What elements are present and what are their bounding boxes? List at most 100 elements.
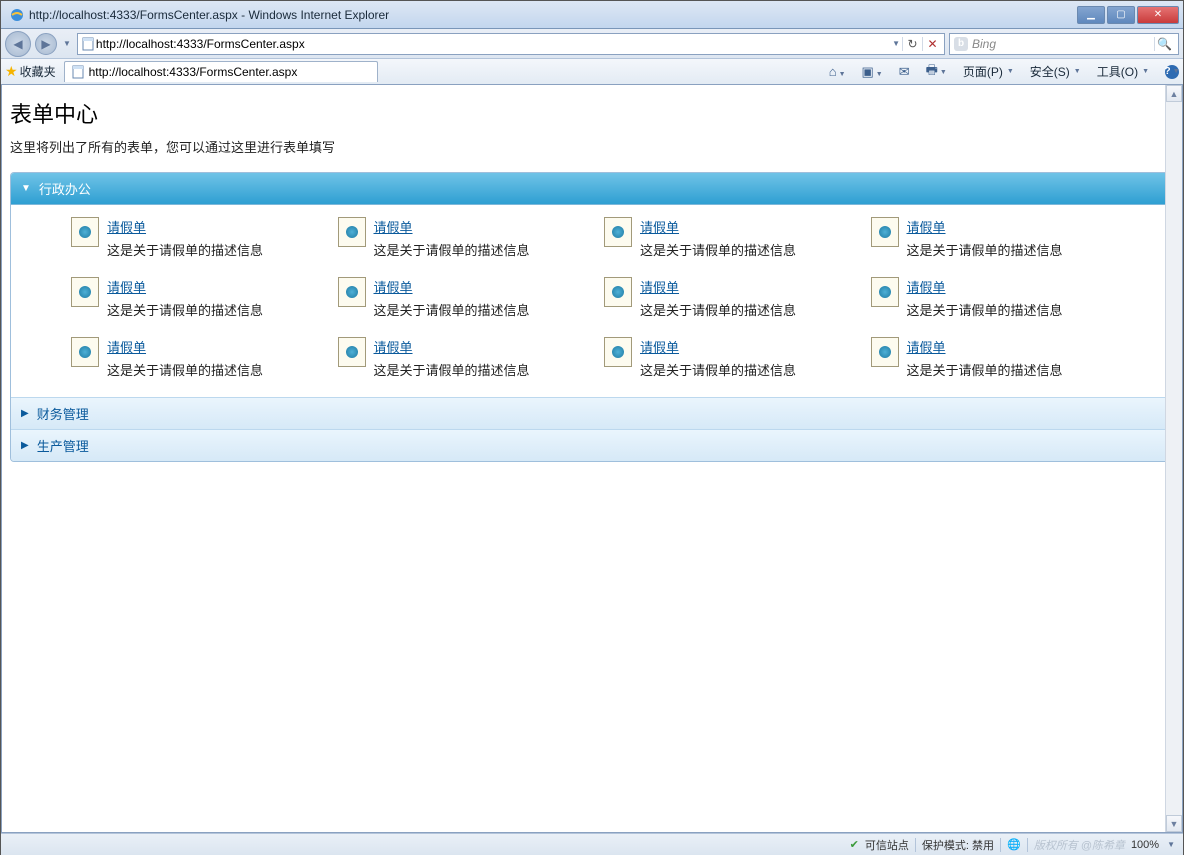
form-document-icon [871, 337, 899, 367]
accordion-title: 财务管理 [37, 404, 89, 423]
search-bar[interactable]: b Bing 🔍 [949, 33, 1179, 55]
caret-down-icon: ▼ [21, 183, 31, 194]
form-desc: 这是关于请假单的描述信息 [374, 300, 530, 319]
navigation-bar: ◀ ▶ ▼ ▼ ↻ ✕ b Bing 🔍 [1, 29, 1183, 59]
form-document-icon [71, 277, 99, 307]
form-link[interactable]: 请假单 [640, 280, 679, 295]
accordion-title: 行政办公 [39, 179, 91, 198]
accordion-header[interactable]: ▼ 行政办公 [11, 173, 1173, 205]
form-document-icon [338, 217, 366, 247]
form-document-icon [871, 217, 899, 247]
form-link[interactable]: 请假单 [640, 340, 679, 355]
mail-button[interactable]: ✉ [899, 64, 910, 80]
form-desc: 这是关于请假单的描述信息 [640, 240, 796, 259]
zoom-dropdown-icon[interactable]: ▼ [1165, 840, 1177, 849]
form-desc: 这是关于请假单的描述信息 [907, 360, 1063, 379]
window-title: http://localhost:4333/FormsCenter.aspx -… [29, 8, 1077, 22]
scroll-down-icon[interactable]: ▼ [1166, 815, 1182, 832]
form-link[interactable]: 请假单 [107, 340, 146, 355]
form-item: 请假单这是关于请假单的描述信息 [871, 277, 1114, 319]
form-link[interactable]: 请假单 [374, 340, 413, 355]
form-link[interactable]: 请假单 [907, 280, 946, 295]
accordion-header[interactable]: ▶ 财务管理 [11, 397, 1173, 429]
form-document-icon [338, 277, 366, 307]
form-document-icon [604, 277, 632, 307]
protected-mode-label: 保护模式: 禁用 [922, 837, 994, 853]
print-button[interactable]: 🖶 [926, 61, 947, 83]
form-document-icon [71, 337, 99, 367]
url-input[interactable] [96, 35, 890, 53]
window-close-button[interactable]: ✕ [1137, 6, 1179, 24]
forward-button[interactable]: ▶ [35, 33, 57, 55]
form-item: 请假单这是关于请假单的描述信息 [871, 217, 1114, 259]
form-desc: 这是关于请假单的描述信息 [640, 360, 796, 379]
window-maximize-button[interactable]: ▢ [1107, 6, 1135, 24]
form-item: 请假单这是关于请假单的描述信息 [338, 337, 581, 379]
browser-tab[interactable]: http://localhost:4333/FormsCenter.aspx [64, 61, 379, 82]
form-item: 请假单这是关于请假单的描述信息 [604, 337, 847, 379]
address-bar[interactable]: ▼ ↻ ✕ [77, 33, 945, 55]
tabs-row: ★ 收藏夹 http://localhost:4333/FormsCenter.… [1, 59, 1183, 85]
form-desc: 这是关于请假单的描述信息 [107, 300, 263, 319]
refresh-button[interactable]: ↻ [902, 37, 922, 51]
form-link[interactable]: 请假单 [907, 340, 946, 355]
safety-menu-button[interactable]: 安全(S) [1030, 63, 1081, 80]
form-desc: 这是关于请假单的描述信息 [107, 360, 263, 379]
form-link[interactable]: 请假单 [107, 220, 146, 235]
command-bar: ⌂ ▣ ✉ 🖶 页面(P) 安全(S) 工具(O) ? [829, 61, 1179, 83]
window-titlebar: http://localhost:4333/FormsCenter.aspx -… [1, 1, 1183, 29]
page-menu-button[interactable]: 页面(P) [963, 63, 1014, 80]
home-button[interactable]: ⌂ [829, 64, 846, 79]
favorites-button[interactable]: 收藏夹 [20, 63, 56, 80]
favorites-star-icon[interactable]: ★ [5, 63, 18, 80]
feeds-button[interactable]: ▣ [862, 64, 883, 80]
form-item: 请假单这是关于请假单的描述信息 [604, 217, 847, 259]
form-desc: 这是关于请假单的描述信息 [374, 360, 530, 379]
form-link[interactable]: 请假单 [374, 280, 413, 295]
form-item: 请假单这是关于请假单的描述信息 [604, 277, 847, 319]
caret-right-icon: ▶ [21, 408, 29, 419]
form-link[interactable]: 请假单 [907, 220, 946, 235]
form-link[interactable]: 请假单 [640, 220, 679, 235]
content-viewport: 表单中心 这里将列出了所有的表单，您可以通过这里进行表单填写 ▼行政办公请假单这… [1, 84, 1183, 833]
help-button[interactable]: ? [1165, 65, 1179, 79]
form-document-icon [338, 337, 366, 367]
zoom-level[interactable]: 100% [1131, 839, 1159, 851]
bing-icon: b [954, 37, 968, 51]
search-button[interactable]: 🔍 [1154, 37, 1174, 51]
form-desc: 这是关于请假单的描述信息 [374, 240, 530, 259]
form-link[interactable]: 请假单 [374, 220, 413, 235]
trusted-check-icon: ✔ [850, 838, 859, 851]
scroll-up-icon[interactable]: ▲ [1166, 85, 1182, 102]
form-item: 请假单这是关于请假单的描述信息 [338, 217, 581, 259]
tools-menu-button[interactable]: 工具(O) [1097, 63, 1149, 80]
form-document-icon [604, 217, 632, 247]
page-title: 表单中心 [10, 97, 1174, 129]
page-subtitle: 这里将列出了所有的表单，您可以通过这里进行表单填写 [10, 137, 1174, 156]
form-item: 请假单这是关于请假单的描述信息 [71, 337, 314, 379]
form-desc: 这是关于请假单的描述信息 [907, 300, 1063, 319]
vertical-scrollbar[interactable]: ▲ ▼ [1165, 85, 1182, 832]
form-link[interactable]: 请假单 [107, 280, 146, 295]
form-item: 请假单这是关于请假单的描述信息 [338, 277, 581, 319]
form-document-icon [604, 337, 632, 367]
accordion: ▼行政办公请假单这是关于请假单的描述信息请假单这是关于请假单的描述信息请假单这是… [10, 172, 1174, 462]
watermark: 版权所有 @陈希章 [1034, 837, 1125, 853]
caret-right-icon: ▶ [21, 440, 29, 451]
form-item: 请假单这是关于请假单的描述信息 [71, 277, 314, 319]
form-document-icon [871, 277, 899, 307]
url-dropdown-icon[interactable]: ▼ [890, 39, 902, 48]
accordion-title: 生产管理 [37, 436, 89, 455]
form-desc: 这是关于请假单的描述信息 [107, 240, 263, 259]
stop-button[interactable]: ✕ [922, 37, 942, 51]
search-placeholder: Bing [972, 37, 996, 51]
window-minimize-button[interactable]: ▁ [1077, 6, 1105, 24]
history-dropdown-icon[interactable]: ▼ [61, 39, 73, 48]
accordion-header[interactable]: ▶ 生产管理 [11, 429, 1173, 461]
trusted-site-label: 可信站点 [865, 837, 909, 853]
form-item: 请假单这是关于请假单的描述信息 [71, 217, 314, 259]
ie-icon [9, 7, 25, 23]
zone-icon[interactable]: 🌐 [1007, 838, 1021, 851]
form-desc: 这是关于请假单的描述信息 [640, 300, 796, 319]
back-button[interactable]: ◀ [5, 31, 31, 57]
